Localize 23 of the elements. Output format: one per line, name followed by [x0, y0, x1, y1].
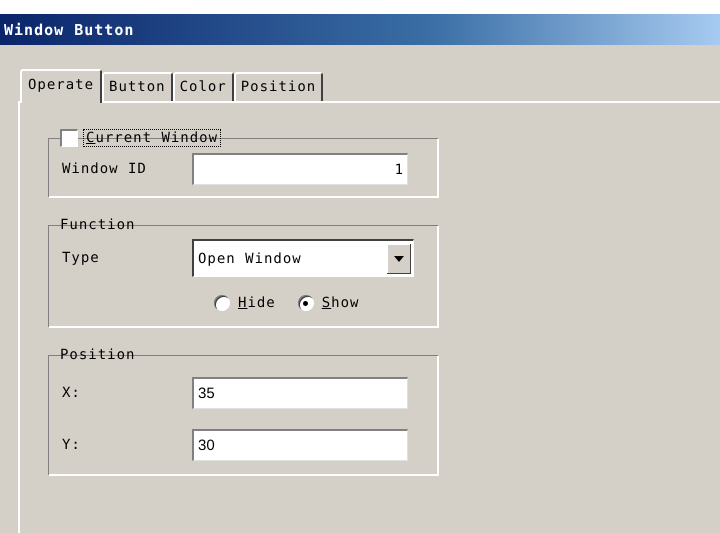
field-label: Window ID: [62, 161, 147, 177]
field-label: Y:: [62, 437, 81, 453]
group-title: Position: [60, 347, 136, 363]
tab[interactable]: Position: [234, 72, 324, 101]
tab[interactable]: Color: [172, 72, 234, 101]
window-title: Window Button: [0, 14, 720, 45]
radio-button[interactable]: [298, 295, 314, 311]
radio-button[interactable]: [214, 295, 230, 311]
tab[interactable]: Operate: [20, 69, 102, 103]
input-field[interactable]: 30: [192, 429, 408, 461]
field-label: Type: [62, 250, 100, 266]
tab[interactable]: Button: [102, 72, 173, 101]
caret-icon: [394, 256, 404, 262]
checkbox-label[interactable]: Current Window: [84, 130, 220, 146]
radio-option[interactable]: Show: [298, 295, 360, 311]
checkbox[interactable]: [60, 129, 78, 147]
input-field[interactable]: 1: [192, 153, 408, 185]
dropdown-button[interactable]: [387, 244, 411, 274]
input-field[interactable]: 35: [192, 377, 408, 409]
dropdown[interactable]: Open Window: [192, 239, 414, 277]
group-title: Function: [60, 217, 136, 233]
field-label: X:: [62, 385, 81, 401]
radio-option[interactable]: Hide: [214, 295, 276, 311]
